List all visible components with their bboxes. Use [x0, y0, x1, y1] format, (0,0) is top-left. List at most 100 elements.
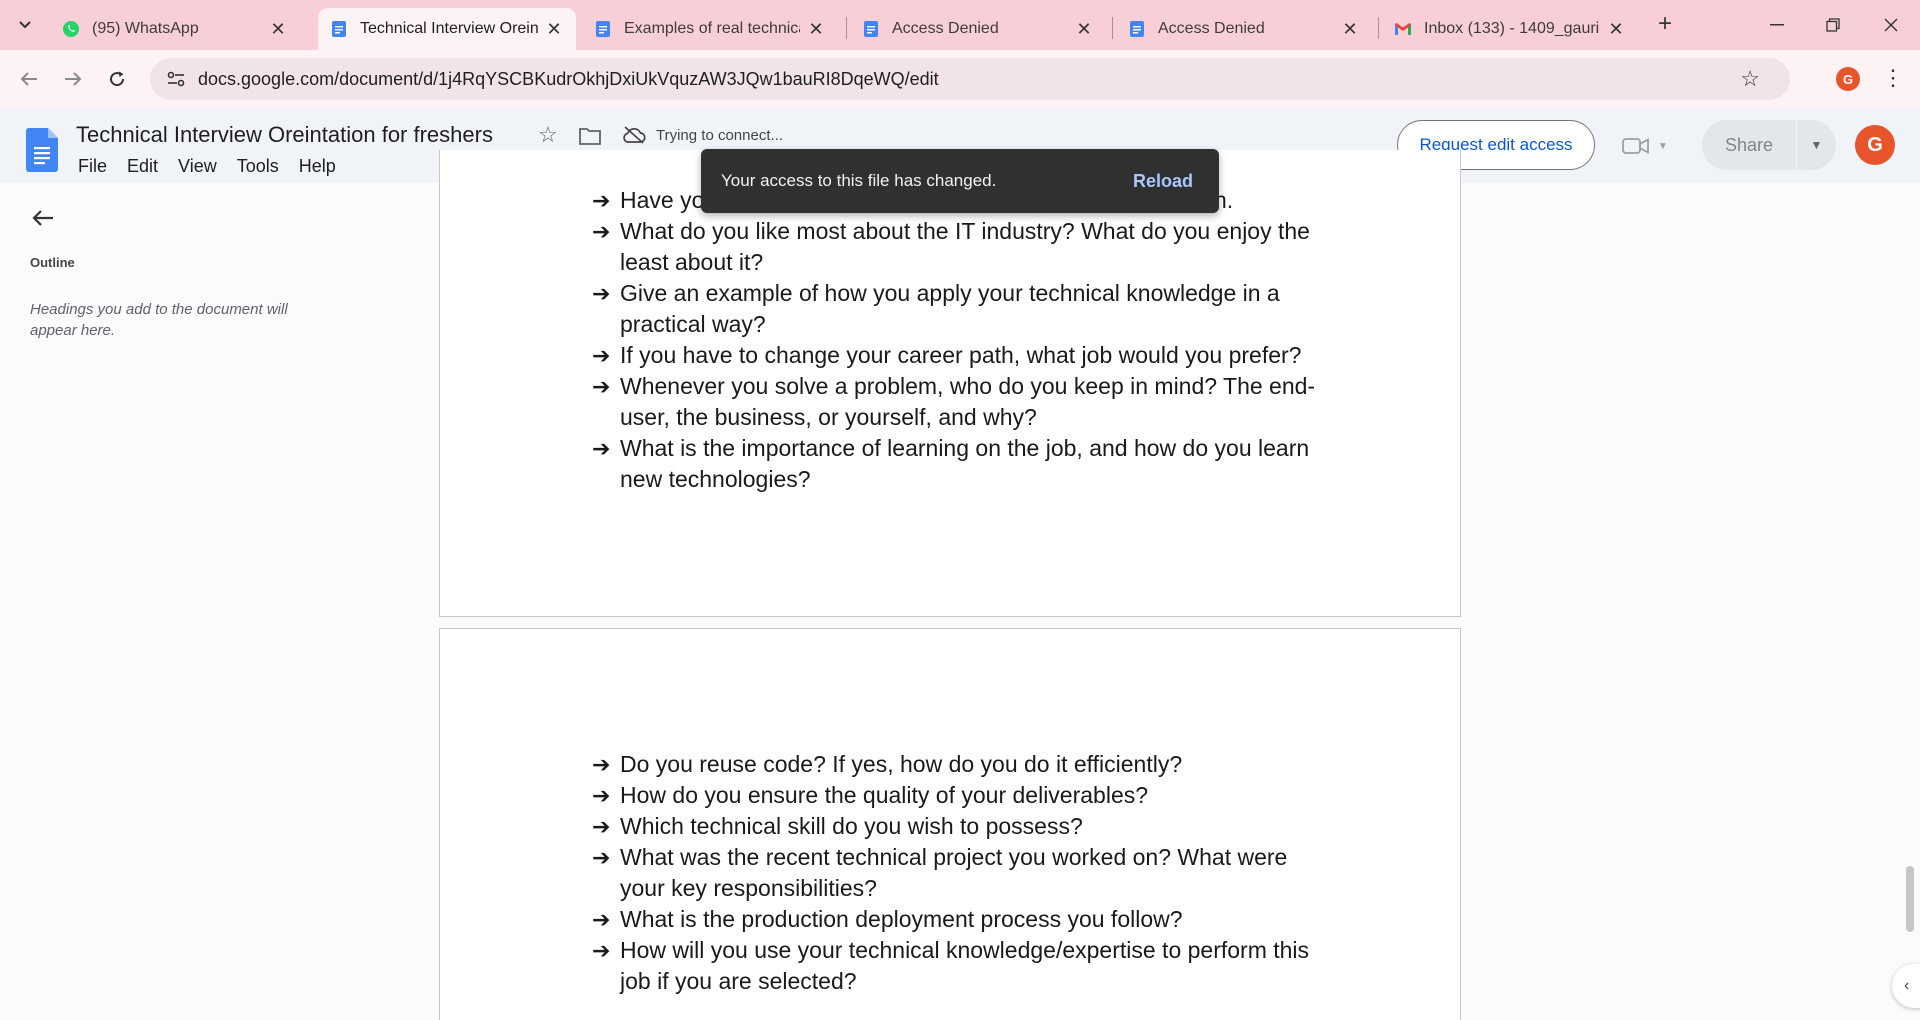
tab-access-denied-1[interactable]: Access Denied ✕ — [850, 8, 1106, 50]
close-icon[interactable]: ✕ — [1606, 19, 1626, 39]
browser-tab-strip: (95) WhatsApp ✕ Technical Interview Orei… — [0, 0, 1920, 50]
reload-button[interactable]: Reload — [1133, 171, 1193, 192]
tab-title: Examples of real technical — [624, 20, 800, 37]
list-item-text: Do you reuse code? If yes, how do you do… — [620, 751, 1183, 777]
list-item: ➔ What is the production deployment proc… — [592, 904, 1332, 935]
tab-examples-technical[interactable]: Examples of real technical ✕ — [582, 8, 838, 50]
reload-icon[interactable] — [102, 64, 132, 94]
tab-separator — [1378, 17, 1379, 39]
arrow-bullet-icon: ➔ — [592, 281, 611, 306]
arrow-bullet-icon: ➔ — [592, 374, 611, 399]
arrow-bullet-icon: ➔ — [592, 188, 611, 213]
arrow-bullet-icon: ➔ — [592, 938, 611, 963]
arrow-bullet-icon: ➔ — [592, 907, 611, 932]
close-icon[interactable]: ✕ — [806, 19, 826, 39]
share-button[interactable]: Share ▼ — [1702, 120, 1836, 170]
tab-search-icon[interactable] — [12, 12, 38, 38]
menu-edit[interactable]: Edit — [119, 154, 166, 179]
restore-icon[interactable] — [1818, 10, 1848, 40]
list-item: ➔ If you have to change your career path… — [592, 340, 1332, 371]
menu-tools[interactable]: Tools — [229, 154, 287, 179]
document-title[interactable]: Technical Interview Oreintation for fres… — [76, 122, 493, 148]
tab-title: Access Denied — [892, 20, 999, 37]
arrow-bullet-icon: ➔ — [592, 814, 611, 839]
tab-technical-interview[interactable]: Technical Interview Oreinta ✕ — [318, 8, 576, 50]
share-button-label: Share — [1724, 134, 1774, 155]
close-icon[interactable]: ✕ — [1074, 19, 1094, 39]
window-close-icon[interactable] — [1876, 10, 1906, 40]
question-list: ➔ Have yo n. ➔ What do you like most abo… — [592, 185, 1332, 495]
menu-help[interactable]: Help — [291, 154, 344, 179]
minimize-icon[interactable] — [1762, 10, 1792, 40]
arrow-bullet-icon: ➔ — [592, 845, 611, 870]
list-item-text: What do you like most about the IT indus… — [620, 218, 1310, 275]
list-item-text: What is the importance of learning on th… — [620, 435, 1310, 492]
more-vert-icon[interactable]: ⋮ — [1882, 64, 1904, 94]
docs-icon — [1130, 21, 1144, 37]
outline-title: Outline — [30, 255, 75, 270]
folder-icon[interactable] — [578, 126, 602, 146]
document-page[interactable]: ➔ Have yo n. ➔ What do you like most abo… — [439, 150, 1461, 617]
meet-button[interactable]: ▼ — [1622, 132, 1678, 160]
tab-title: Technical Interview Oreinta — [360, 20, 538, 37]
browser-profile-avatar[interactable]: G — [1836, 67, 1860, 91]
list-item-text: If you have to change your career path, … — [620, 342, 1302, 368]
list-item: ➔ How will you use your technical knowle… — [592, 935, 1332, 997]
tab-separator — [846, 17, 847, 39]
close-icon[interactable]: ✕ — [268, 19, 288, 39]
outline-hint: Headings you add to the document will ap… — [30, 301, 288, 339]
docs-icon — [596, 21, 610, 37]
arrow-bullet-icon: ➔ — [592, 783, 611, 808]
url-text: docs.google.com/document/d/1j4RqYSCBKudr… — [198, 68, 939, 89]
menu-bar: File Edit View Tools Help — [70, 154, 348, 179]
question-list: ➔ Do you reuse code? If yes, how do you … — [592, 749, 1332, 997]
tab-gmail-inbox[interactable]: Inbox (133) - 1409_gauri@ ✕ — [1382, 8, 1638, 50]
tab-title: (95) WhatsApp — [92, 20, 199, 37]
list-item-text: Which technical skill do you wish to pos… — [620, 813, 1083, 839]
back-arrow-icon[interactable] — [14, 64, 44, 94]
list-item-text: How will you use your technical knowledg… — [620, 937, 1310, 994]
tab-separator — [1112, 17, 1113, 39]
tab-title: Inbox (133) - 1409_gauri@ — [1424, 20, 1600, 37]
docs-icon — [864, 21, 878, 37]
star-icon[interactable]: ☆ — [538, 122, 558, 148]
menu-file[interactable]: File — [70, 154, 115, 179]
bookmark-star-icon[interactable]: ☆ — [1740, 66, 1760, 92]
chevron-down-icon: ▼ — [1658, 140, 1668, 152]
site-info-icon[interactable] — [156, 58, 196, 100]
connection-status: Trying to connect... — [622, 126, 783, 144]
close-icon[interactable]: ✕ — [1340, 19, 1360, 39]
document-page[interactable]: ➔ Do you reuse code? If yes, how do you … — [439, 628, 1461, 1020]
outline-panel: Outline Headings you add to the document… — [0, 183, 360, 1020]
arrow-bullet-icon: ➔ — [592, 436, 611, 461]
arrow-bullet-icon: ➔ — [592, 219, 611, 244]
chevron-left-icon: ‹ — [1904, 977, 1910, 994]
new-tab-plus-icon[interactable]: + — [1652, 12, 1678, 38]
back-arrow-icon[interactable] — [28, 203, 58, 233]
docs-logo-icon[interactable] — [26, 128, 58, 172]
address-bar[interactable]: docs.google.com/document/d/1j4RqYSCBKudr… — [150, 58, 1790, 100]
browser-toolbar: docs.google.com/document/d/1j4RqYSCBKudr… — [0, 50, 1920, 108]
arrow-bullet-icon: ➔ — [592, 343, 611, 368]
side-panel-toggle[interactable]: ‹ — [1892, 964, 1920, 1008]
tab-access-denied-2[interactable]: Access Denied ✕ — [1116, 8, 1372, 50]
list-item: ➔ Which technical skill do you wish to p… — [592, 811, 1332, 842]
account-avatar[interactable]: G — [1855, 125, 1895, 165]
cloud-off-icon — [623, 126, 646, 144]
tab-title: Access Denied — [1158, 20, 1265, 37]
list-item: ➔ Do you reuse code? If yes, how do you … — [592, 749, 1332, 780]
forward-arrow-icon[interactable] — [58, 64, 88, 94]
list-item: ➔ What was the recent technical project … — [592, 842, 1332, 904]
chevron-down-icon[interactable]: ▼ — [1796, 120, 1836, 170]
docs-icon — [332, 21, 346, 37]
menu-view[interactable]: View — [170, 154, 225, 179]
close-icon[interactable]: ✕ — [544, 19, 564, 39]
list-item: ➔ Give an example of how you apply your … — [592, 278, 1332, 340]
list-item-text: Whenever you solve a problem, who do you… — [620, 373, 1316, 430]
gmail-icon — [1395, 23, 1411, 35]
tab-whatsapp[interactable]: (95) WhatsApp ✕ — [50, 8, 300, 50]
video-camera-icon — [1622, 137, 1649, 155]
list-item-text: What was the recent technical project yo… — [620, 844, 1288, 901]
scrollbar-thumb[interactable] — [1906, 866, 1914, 932]
list-item-text: How do you ensure the quality of your de… — [620, 782, 1149, 808]
